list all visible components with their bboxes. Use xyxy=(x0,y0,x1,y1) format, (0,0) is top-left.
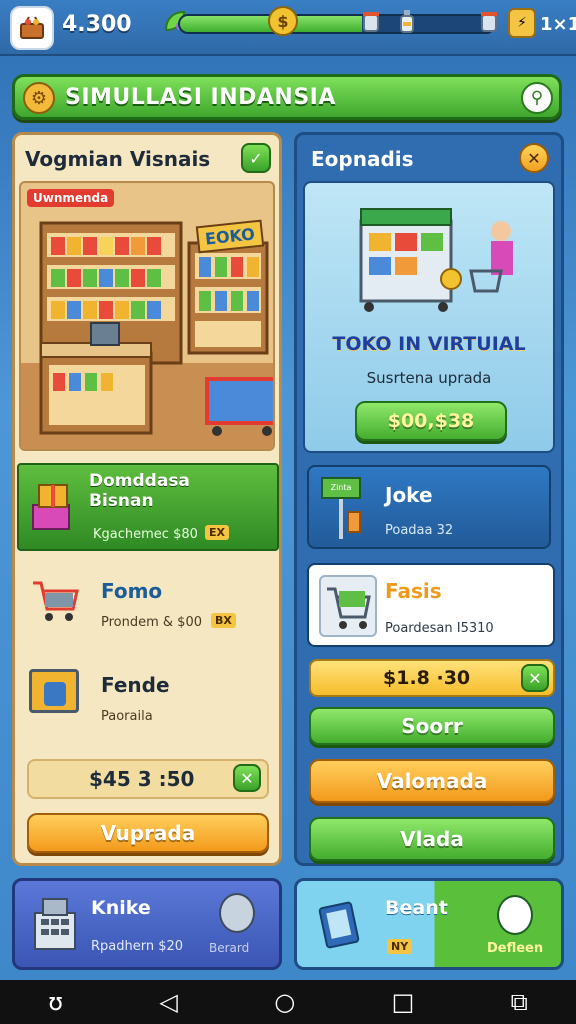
recommend-button[interactable]: Valomada xyxy=(309,759,555,803)
cash-register-icon xyxy=(34,898,76,950)
shop-title: Vogmian Visnais xyxy=(25,147,211,171)
screenshot-icon[interactable]: ⧉ xyxy=(511,988,528,1016)
check-icon[interactable]: ✓ xyxy=(241,143,271,173)
promo-title-line1: Domddasa xyxy=(89,471,190,491)
lightning-icon: ⚡ xyxy=(508,8,536,38)
total-price: $1.8 ·30 xyxy=(383,667,471,689)
list-item[interactable]: Fasis Poardesan I5310 xyxy=(307,563,555,647)
vending-sign-text: Zinta xyxy=(321,477,361,499)
close-icon[interactable]: ✕ xyxy=(233,764,261,792)
title-banner: ⚙ SIMULLASI INDANSIA ⚲ xyxy=(12,74,562,120)
recents-icon[interactable]: □ xyxy=(392,988,415,1016)
bottom-card-right[interactable]: Beant NY Defleen xyxy=(294,878,564,970)
bottom-right-title: Beant xyxy=(385,897,448,919)
xp-progress-bar xyxy=(178,14,496,34)
promo-title: Domddasa Bisnan xyxy=(89,471,190,511)
picture-frame-icon xyxy=(29,669,79,713)
settings-gear-icon[interactable]: ⚙ xyxy=(23,82,55,114)
coin-stack-icon xyxy=(219,893,255,933)
store-title: TOKO IN VIRTUIAL xyxy=(332,333,526,355)
shop-title-row: Vogmian Visnais ✓ xyxy=(23,143,271,177)
total-price: $45 3 :50 xyxy=(89,767,195,791)
promo-badge: EX xyxy=(205,525,229,540)
tablet-icon xyxy=(318,901,360,949)
promo-price: Kgachemec $80 xyxy=(93,527,198,542)
list-item[interactable]: Zinta Joke Poadaa 32 xyxy=(307,465,551,549)
basket-icon xyxy=(20,16,44,39)
close-icon[interactable]: ✕ xyxy=(519,143,549,173)
game-title: SIMULLASI INDANSIA xyxy=(65,85,336,110)
jar-icon xyxy=(356,6,386,36)
upgrade-button[interactable]: Vuprada xyxy=(27,813,269,853)
bottom-right-badge: NY xyxy=(387,939,413,954)
promo-card[interactable]: Domddasa Bisnan Kgachemec $80 EX xyxy=(17,463,279,551)
shopping-cart-icon xyxy=(33,581,79,621)
validate-button[interactable]: Vlada xyxy=(309,817,555,861)
list-item[interactable]: Fomo Prondem & $00 BX xyxy=(25,571,271,641)
coin-balance: 4.300 xyxy=(62,12,132,37)
item-sub: Prondem & $00 xyxy=(101,615,202,630)
virtual-store-card[interactable]: TOKO IN VIRTUIAL Susrtena uprada $00,$38 xyxy=(303,181,555,453)
bottom-card-left[interactable]: Knike Rpadhern $20 Berard xyxy=(12,878,282,970)
close-icon[interactable]: ✕ xyxy=(521,664,549,692)
home-icon[interactable]: ○ xyxy=(274,988,295,1016)
shop-basket-button[interactable] xyxy=(10,6,54,50)
list-item[interactable]: Fende Paoraila xyxy=(25,663,271,733)
store-price-button[interactable]: $00,$38 xyxy=(355,401,507,441)
vending-sign-icon: Zinta xyxy=(321,477,367,541)
bottom-left-tag: Berard xyxy=(209,941,250,955)
total-row: $45 3 :50 ✕ xyxy=(27,759,269,799)
promo-title-line2: Bisnan xyxy=(89,491,154,511)
store-subtitle: Susrtena uprada xyxy=(366,369,492,387)
shopping-cart-icon xyxy=(319,575,377,637)
bottom-right-tag: Defleen xyxy=(487,941,544,956)
back-icon[interactable]: ◁ xyxy=(159,988,177,1016)
item-sub: Poadaa 32 xyxy=(385,523,454,538)
right-title: Eopnadis xyxy=(311,147,414,171)
drop-icon xyxy=(497,895,533,935)
gift-boxes-icon xyxy=(32,484,70,530)
total-row: $1.8 ·30 ✕ xyxy=(309,659,555,697)
top-bar: 4.300 $ ⚡ 1×10 xyxy=(0,0,576,56)
item-name: Fomo xyxy=(101,579,163,603)
player-level: 1×10 xyxy=(540,14,576,35)
item-name: Joke xyxy=(385,483,433,507)
save-button[interactable]: Soorr xyxy=(309,707,555,745)
jar-icon xyxy=(474,6,504,36)
search-icon[interactable]: ⚲ xyxy=(521,82,553,114)
bottom-left-title: Knike xyxy=(91,897,151,919)
bottle-icon xyxy=(392,6,422,36)
item-sub: Paoraila xyxy=(101,709,153,724)
system-nav-bar: ʊ ◁ ○ □ ⧉ xyxy=(0,980,576,1024)
bottom-left-sub: Rpadhern $20 xyxy=(91,939,184,954)
item-sub: Poardesan I5310 xyxy=(385,621,494,636)
right-title-row: Eopnadis ✕ xyxy=(305,143,553,177)
assistant-icon[interactable]: ʊ xyxy=(48,988,63,1016)
item-name: Fasis xyxy=(385,579,442,603)
shop-scene: Uwnmenda EOKO xyxy=(19,181,275,451)
left-panel: Vogmian Visnais ✓ Uwnmenda EOKO Domddasa… xyxy=(12,132,282,866)
coin-icon: $ xyxy=(268,6,298,36)
item-badge: BX xyxy=(211,613,236,628)
store-kiosk-illustration xyxy=(359,208,513,312)
right-panel: Eopnadis ✕ TOKO IN VIRTUIAL Susrtena upr… xyxy=(294,132,564,866)
item-name: Fende xyxy=(101,673,170,697)
